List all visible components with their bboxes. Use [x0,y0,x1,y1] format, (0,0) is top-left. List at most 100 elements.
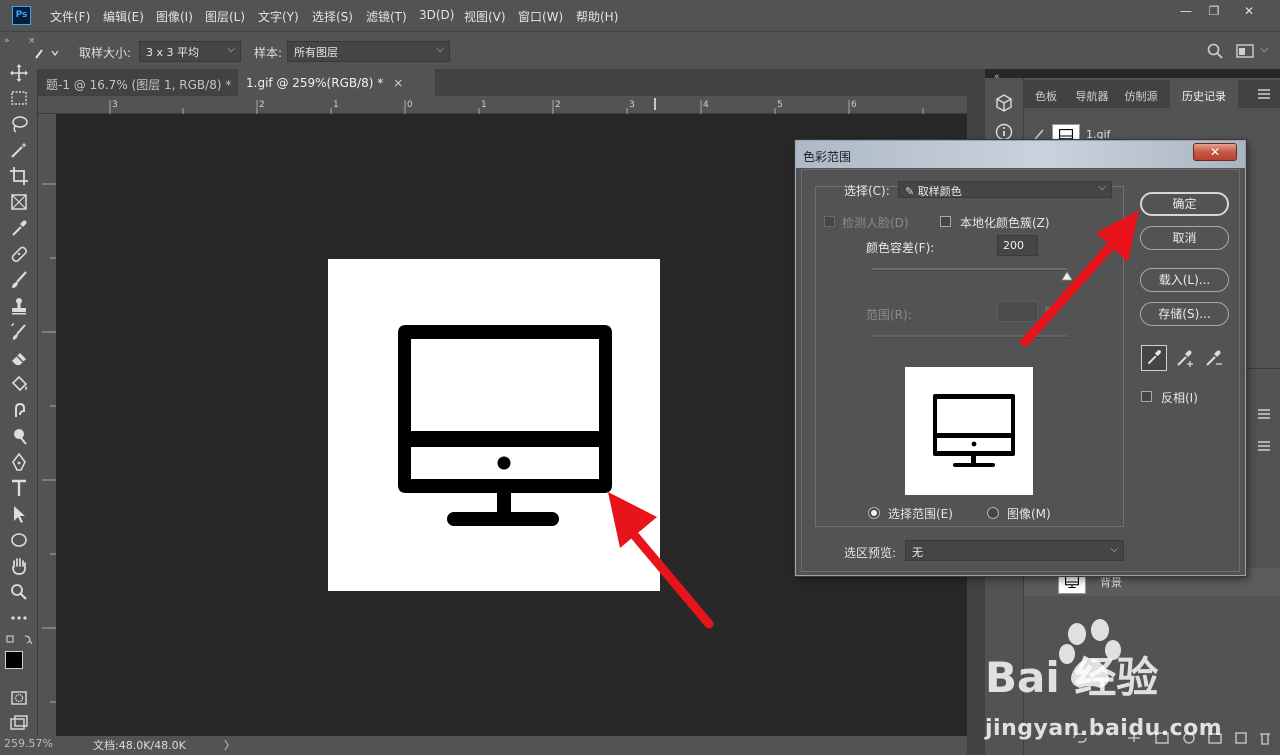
paint-bucket-tool-icon[interactable] [8,373,30,395]
dialog-close-button[interactable]: ✕ [1193,143,1237,161]
pen-tool-icon[interactable] [8,451,30,473]
eyedropper-tool-icon[interactable] [8,217,30,239]
brush-tool-icon[interactable] [8,269,30,291]
dialog-body: 选择(C): ✎ 取样颜色 ⌵ 检测人脸(D) 本地化颜色簇(Z) 颜色容差(F… [801,169,1240,572]
select-value: 取样颜色 [917,185,962,198]
menu-bar: Ps 文件(F) 编辑(E) 图像(I) 图层(L) 文字(Y) 选择(S) 滤… [0,0,1280,31]
panel-menu-icon[interactable] [1256,408,1272,420]
healing-brush-tool-icon[interactable] [8,243,30,265]
tab-clone-source[interactable]: 仿制源 [1116,80,1166,108]
magic-wand-tool-icon[interactable] [8,139,30,161]
sample-size-select[interactable]: 3 x 3 平均 ⌵ [139,41,241,62]
sample-label: 样本: [254,46,283,60]
monitor-icon [933,394,1015,467]
load-button[interactable]: 载入(L)... [1140,268,1229,292]
localized-clusters-checkbox[interactable] [940,216,951,227]
add-to-sample-eyedropper-icon[interactable] [1172,345,1198,371]
ruler-label: 5 [777,100,783,110]
history-brush-tool-icon[interactable] [8,321,30,343]
range-slider[interactable] [872,335,1067,338]
tab-untitled-1[interactable]: 题-1 @ 16.7% (图层 1, RGB/8) *× [38,69,251,96]
sample-select[interactable]: 所有图层 ⌵ [287,41,450,62]
eyedropper-icon[interactable] [1141,345,1167,371]
selection-radio[interactable] [868,507,880,519]
close-app-button[interactable]: ✕ [1232,0,1266,22]
detect-faces-label: 检测人脸(D) [842,216,909,230]
quick-mask-icon[interactable] [8,687,30,709]
fuzziness-input[interactable]: 200 [997,235,1038,256]
restore-button[interactable]: ❐ [1197,0,1231,22]
screen-mode-icon[interactable] [8,713,30,735]
fuzziness-slider[interactable] [872,268,1067,271]
menu-view[interactable]: 视图(V) [464,8,506,25]
horizontal-ruler: 3 2 1 0 1 2 3 4 5 6 [38,96,967,114]
zoom-level[interactable]: 259.57% [4,737,53,750]
invert-checkbox[interactable] [1141,391,1152,402]
tab-1-gif[interactable]: 1.gif @ 259%(RGB/8) * × [238,69,435,96]
right-panel-tabs: 色板 导航器 仿制源 历史记录 [1024,80,1280,108]
document-image[interactable] [328,259,660,591]
image-radio[interactable] [987,507,999,519]
panel-menu-icon[interactable] [1256,440,1272,452]
more-tools-icon[interactable] [8,607,30,629]
menu-help[interactable]: 帮助(H) [576,8,618,25]
menu-filter[interactable]: 滤镜(T) [366,8,407,25]
dodge-tool-icon[interactable] [8,425,30,447]
tab-history[interactable]: 历史记录 [1170,80,1238,108]
cancel-button[interactable]: 取消 [1140,226,1229,250]
smudge-tool-icon[interactable] [8,399,30,421]
foreground-color-swatch[interactable] [5,651,23,669]
tab-navigator[interactable]: 导航器 [1068,80,1116,108]
dialog-titlebar[interactable]: 色彩范围 ✕ [796,141,1245,168]
marquee-tool-icon[interactable] [8,87,30,109]
search-icon[interactable] [1206,42,1224,60]
lasso-tool-icon[interactable] [8,113,30,135]
chevron-down-icon: ⌵ [1098,182,1106,193]
3d-panel-icon[interactable] [994,93,1014,113]
watermark-url: jingyan.baidu.com [985,716,1223,741]
ellipse-tool-icon[interactable] [8,529,30,551]
hand-tool-icon[interactable] [8,555,30,577]
panel-collapse-icon[interactable]: » [4,36,10,46]
frame-tool-icon[interactable] [8,191,30,213]
eraser-tool-icon[interactable] [8,347,30,369]
chevron-down-icon: ⌵ [227,44,235,55]
invert-label: 反相(I) [1161,391,1198,405]
status-menu-arrow-icon[interactable]: 〉 [224,737,235,753]
detect-faces-checkbox[interactable] [824,216,835,227]
crop-tool-icon[interactable] [8,165,30,187]
menu-layer[interactable]: 图层(L) [205,8,245,25]
menu-3d[interactable]: 3D(D) [419,8,454,22]
menu-edit[interactable]: 编辑(E) [103,8,144,25]
ok-button[interactable]: 确定 [1140,192,1229,216]
menu-type[interactable]: 文字(Y) [258,8,299,25]
zoom-tool-icon[interactable] [8,581,30,603]
workspace-icon[interactable] [1236,43,1254,59]
localized-clusters-label: 本地化颜色簇(Z) [960,216,1050,230]
move-tool-icon[interactable] [8,62,30,84]
type-tool-icon[interactable] [8,477,30,499]
panel-menu-icon[interactable] [1256,88,1272,100]
select-dropdown[interactable]: ✎ 取样颜色 ⌵ [898,181,1112,198]
tool-preset-picker[interactable] [34,44,64,62]
range-input[interactable] [997,301,1038,322]
menu-window[interactable]: 窗口(W) [518,8,563,25]
selection-preview-value: 无 [912,546,923,559]
menu-select[interactable]: 选择(S) [312,8,353,25]
tab-swatches[interactable]: 色板 [1024,80,1068,108]
subtract-from-sample-eyedropper-icon[interactable] [1201,345,1227,371]
menu-image[interactable]: 图像(I) [156,8,193,25]
close-icon[interactable]: × [393,76,403,90]
collapse-icon[interactable]: « [994,72,1000,82]
fuzziness-slider-thumb[interactable] [1061,271,1073,281]
path-selection-tool-icon[interactable] [8,503,30,525]
selection-preview-select[interactable]: 无 ⌵ [905,540,1124,561]
info-panel-icon[interactable] [994,122,1014,142]
save-button[interactable]: 存储(S)... [1140,302,1229,326]
swap-colors-icon[interactable] [5,633,33,647]
menu-file[interactable]: 文件(F) [50,8,90,25]
select-label: 选择(C): [844,184,890,198]
ruler-label: 1 [481,100,487,110]
clone-stamp-tool-icon[interactable] [8,295,30,317]
workspace-chevron-icon[interactable]: ⌵ [1260,42,1268,56]
